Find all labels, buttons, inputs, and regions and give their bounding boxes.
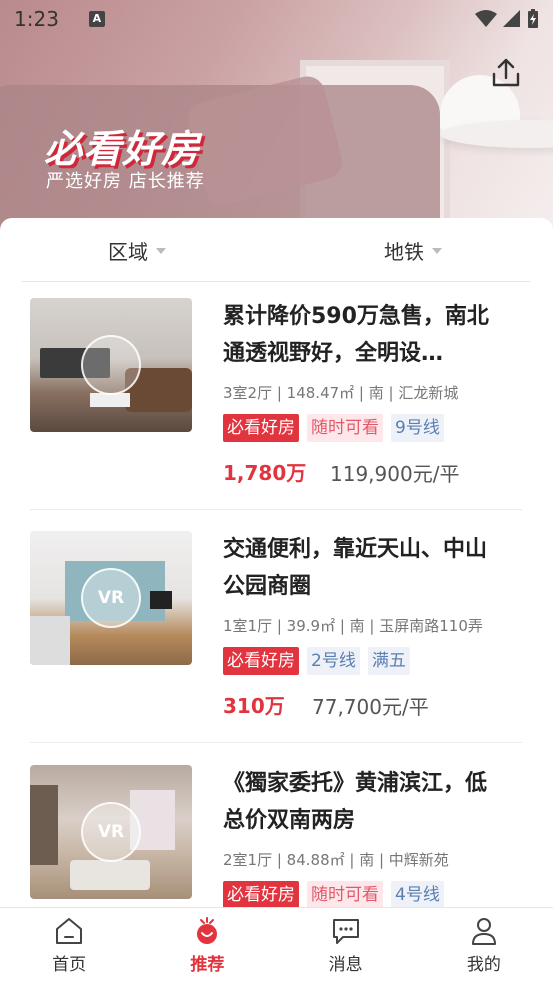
- vr-badge: [81, 335, 141, 395]
- listing-card[interactable]: 累计降价590万急售，南北通透视野好，全明设… 3室2厅 | 148.47㎡ |…: [30, 298, 522, 510]
- listing-card[interactable]: VR 交通便利，靠近天山、中山公园商圈 1室1厅 | 39.9㎡ | 南 | 玉…: [30, 531, 522, 743]
- vr-badge[interactable]: VR: [81, 802, 141, 862]
- recommend-icon: [197, 917, 218, 944]
- vr-badge[interactable]: VR: [81, 568, 141, 628]
- message-icon: [332, 919, 359, 944]
- battery-icon: [528, 9, 538, 28]
- listing-meta: 2室1厅 | 84.88㎡ | 南 | 中辉新苑: [223, 851, 449, 869]
- caret-down-icon: [432, 247, 442, 254]
- divider: [30, 509, 522, 510]
- wifi-icon: [475, 10, 497, 27]
- listing-tags: 必看好房 2号线 满五: [223, 647, 410, 675]
- tag-subway-line: 2号线: [307, 647, 360, 675]
- tab-recommend-label: 推荐: [190, 955, 225, 975]
- tab-home-label: 首页: [52, 955, 87, 975]
- listing-title: 累计降价590万急售，南北通透视野好，全明设…: [223, 304, 489, 366]
- bottom-tab-bar: 首页 推荐 消息 我的: [0, 907, 553, 984]
- divider: [30, 742, 522, 743]
- status-bar: 1:23 A: [0, 0, 553, 38]
- hero-title: 必看好房: [44, 127, 201, 171]
- listing-panel: 区域 地铁 累计降价590万急售，南北通透视野好，全明设… 3室2厅 | 148…: [0, 218, 553, 918]
- filter-area-label: 区域: [108, 240, 148, 264]
- notification-icon: A: [88, 11, 105, 27]
- filter-subway-label: 地铁: [384, 240, 424, 264]
- tab-home[interactable]: 首页: [0, 908, 138, 984]
- signal-icon: [503, 10, 520, 27]
- filter-subway-dropdown[interactable]: 地铁: [384, 236, 442, 265]
- hero-subtitle: 严选好房 店长推荐: [46, 171, 205, 192]
- tab-messages[interactable]: 消息: [277, 908, 415, 984]
- listing-tags: 必看好房 随时可看 9号线: [223, 414, 444, 442]
- user-icon: [471, 918, 496, 945]
- tab-messages-label: 消息: [328, 955, 363, 975]
- share-button[interactable]: [489, 56, 523, 90]
- tag-subway-line: 4号线: [391, 881, 444, 909]
- tag-featured: 必看好房: [223, 647, 299, 675]
- listing-meta: 3室2厅 | 148.47㎡ | 南 | 汇龙新城: [223, 384, 459, 402]
- tag-featured: 必看好房: [223, 881, 299, 909]
- listing-price: 1,780万: [223, 461, 307, 485]
- listing-photo: VR: [30, 765, 192, 899]
- listing-unit-price: 119,900元/平: [330, 462, 460, 486]
- listing-photo: [30, 298, 192, 432]
- tag-ownership: 满五: [367, 647, 410, 675]
- listing-tags: 必看好房 随时可看 4号线: [223, 881, 444, 909]
- tag-viewable: 随时可看: [307, 414, 383, 442]
- home-icon: [56, 918, 83, 944]
- screen: 1:23 A 必看好房 严选好房 店长推荐 区域 地铁 累计降价590万急售，南…: [0, 0, 553, 984]
- tab-recommend[interactable]: 推荐: [138, 908, 276, 984]
- filter-area-dropdown[interactable]: 区域: [108, 236, 166, 265]
- listing-title: 交通便利，靠近天山、中山公园商圈: [223, 537, 488, 599]
- status-time: 1:23: [14, 7, 59, 31]
- listing-price: 310万: [223, 694, 285, 718]
- tab-profile-label: 我的: [466, 955, 501, 975]
- listing-photo: VR: [30, 531, 192, 665]
- tag-featured: 必看好房: [223, 414, 299, 442]
- caret-down-icon: [156, 247, 166, 254]
- share-icon: [492, 58, 520, 87]
- filter-bar: 区域 地铁: [22, 218, 530, 282]
- tag-viewable: 随时可看: [307, 881, 383, 909]
- listing-meta: 1室1厅 | 39.9㎡ | 南 | 玉屏南路110弄: [223, 617, 483, 635]
- status-icons: [475, 9, 539, 29]
- tab-profile[interactable]: 我的: [415, 908, 553, 984]
- listing-unit-price: 77,700元/平: [312, 695, 429, 719]
- tag-subway-line: 9号线: [391, 414, 444, 442]
- listing-title: 《獨家委托》黄浦滨江，低总价双南两房: [223, 771, 488, 833]
